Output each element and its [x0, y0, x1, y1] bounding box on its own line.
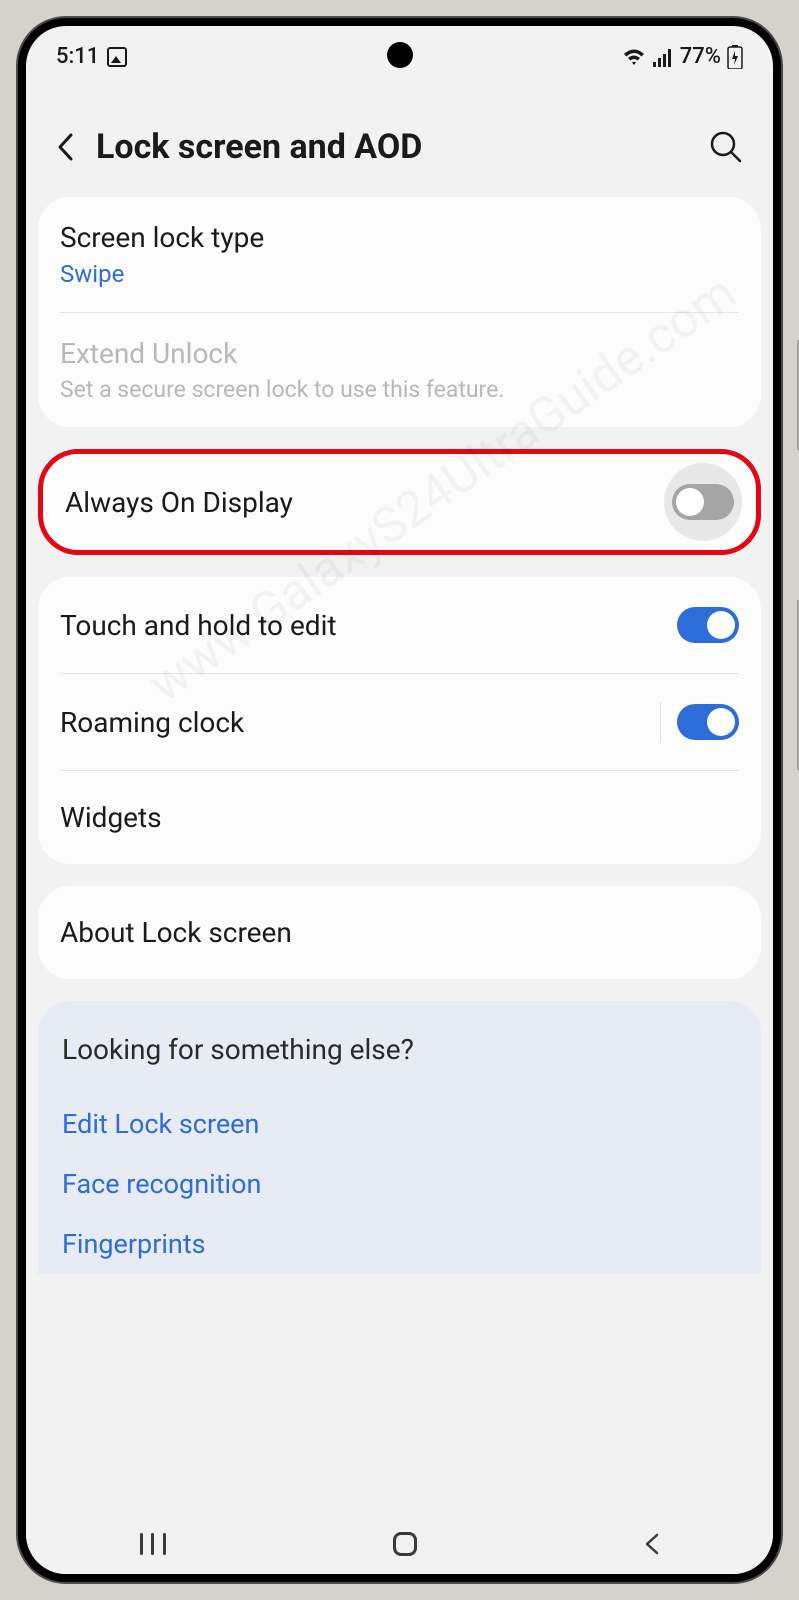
toggle-touch-hold[interactable] [677, 607, 739, 643]
setting-title: Roaming clock [60, 706, 244, 739]
setting-subtitle: Swipe [60, 260, 739, 288]
link-face-recognition[interactable]: Face recognition [62, 1154, 737, 1214]
setting-title: Extend Unlock [60, 337, 739, 370]
setting-always-on-display[interactable]: Always On Display [43, 454, 756, 550]
toggle-roaming-clock[interactable] [677, 704, 739, 740]
image-icon [107, 47, 127, 67]
card-about: About Lock screen [38, 886, 761, 979]
search-icon[interactable] [709, 130, 743, 164]
status-time: 5:11 [56, 44, 99, 69]
nav-bar [26, 1514, 773, 1574]
suggestions-title: Looking for something else? [62, 1033, 737, 1066]
page-title: Lock screen and AOD [96, 127, 689, 167]
link-edit-lock-screen[interactable]: Edit Lock screen [62, 1094, 737, 1154]
back-icon[interactable] [56, 132, 76, 162]
screen: www.GalaxyS24UltraGuide.com 5:11 77% [26, 26, 773, 1574]
wifi-icon [622, 47, 646, 67]
suggestions-card: Looking for something else? Edit Lock sc… [38, 1001, 761, 1274]
setting-title: Screen lock type [60, 221, 739, 254]
toggle-knob [707, 611, 735, 639]
signal-icon [652, 47, 674, 67]
camera-notch [387, 42, 413, 68]
setting-title: About Lock screen [60, 916, 739, 949]
highlighted-setting: Always On Display [38, 449, 761, 555]
nav-recent-button[interactable] [140, 1533, 166, 1555]
nav-home-button[interactable] [393, 1532, 417, 1556]
battery-icon [727, 45, 743, 69]
page-header: Lock screen and AOD [26, 77, 773, 197]
setting-title: Widgets [60, 801, 739, 834]
toggle-knob [707, 708, 735, 736]
phone-frame: www.GalaxyS24UltraGuide.com 5:11 77% [18, 18, 781, 1582]
setting-roaming-clock[interactable]: Roaming clock [38, 674, 761, 770]
battery-percent: 77% [680, 44, 721, 69]
separator [660, 702, 661, 742]
card-display-settings: Touch and hold to edit Roaming clock Wid… [38, 577, 761, 864]
setting-widgets[interactable]: Widgets [38, 771, 761, 864]
setting-about-lock-screen[interactable]: About Lock screen [38, 886, 761, 979]
setting-title: Touch and hold to edit [60, 609, 337, 642]
toggle-knob [676, 488, 704, 516]
toggle-aod[interactable] [672, 484, 734, 520]
setting-screen-lock-type[interactable]: Screen lock type Swipe [38, 197, 761, 312]
card-lock-settings: Screen lock type Swipe Extend Unlock Set… [38, 197, 761, 427]
setting-subtitle: Set a secure screen lock to use this fea… [60, 376, 739, 403]
setting-extend-unlock: Extend Unlock Set a secure screen lock t… [38, 313, 761, 427]
nav-back-button[interactable] [644, 1533, 660, 1555]
setting-touch-hold-edit[interactable]: Touch and hold to edit [38, 577, 761, 673]
link-fingerprints[interactable]: Fingerprints [62, 1214, 737, 1274]
setting-title: Always On Display [65, 486, 293, 519]
